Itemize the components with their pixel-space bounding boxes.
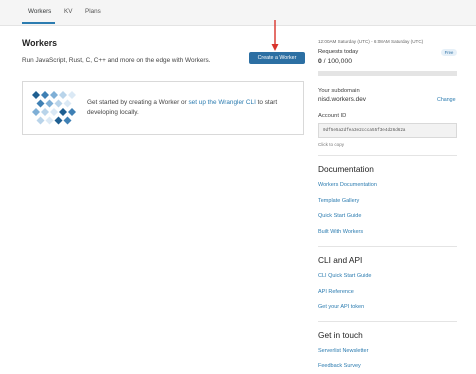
diamond-shape [50, 108, 58, 116]
diamond-shape [63, 116, 72, 125]
workers-diamond-icon [32, 91, 76, 125]
diamond-shape [54, 99, 63, 108]
documentation-heading: Documentation [318, 164, 374, 174]
tab-kv[interactable]: KV [64, 8, 72, 15]
requests-count: 0 / 100,000 [318, 58, 352, 65]
tab-bar: Workers KV Plans [0, 0, 476, 26]
tab-workers[interactable]: Workers [28, 8, 51, 15]
template-gallery-link[interactable]: Template Gallery [318, 198, 359, 204]
section-divider [318, 155, 457, 156]
requests-today-label: Requests today [318, 49, 359, 55]
usage-reset-time: 12:00AM Saturday (UTC) - 6:08AM Saturday… [318, 39, 424, 44]
diamond-shape [45, 116, 54, 125]
api-reference-link[interactable]: API Reference [318, 289, 354, 295]
diamond-shape [68, 91, 76, 99]
diamond-shape [68, 108, 76, 116]
diamond-shape [59, 108, 67, 116]
cli-quick-start-link[interactable]: CLI Quick Start Guide [318, 273, 372, 279]
diamond-shape [59, 91, 67, 99]
diamond-shape [41, 108, 49, 116]
diamond-shape [63, 99, 72, 108]
create-worker-button[interactable]: Create a Worker [249, 52, 305, 64]
account-id-field[interactable]: 0df5e5a2dfea3e2ccca55f3e4d26d62a [318, 123, 457, 138]
annotation-arrow-icon [271, 20, 279, 51]
requests-progress-bar [318, 71, 457, 76]
get-started-text: Get started by creating a Worker or set … [87, 98, 292, 118]
diamond-shape [54, 116, 63, 125]
get-started-card: Get started by creating a Worker or set … [22, 81, 304, 135]
page-subtitle: Run JavaScript, Rust, C, C++ and more on… [22, 57, 211, 64]
cli-api-heading: CLI and API [318, 255, 363, 265]
section-divider [318, 246, 457, 247]
diamond-shape [41, 91, 49, 99]
subdomain-value: nisd.workers.dev [318, 96, 366, 103]
quick-start-guide-link[interactable]: Quick Start Guide [318, 213, 361, 219]
page-title: Workers [22, 38, 58, 48]
change-subdomain-link[interactable]: Change [437, 97, 456, 103]
diamond-shape [32, 91, 40, 99]
get-started-text-before: Get started by creating a Worker or [87, 99, 189, 106]
subdomain-label: Your subdomain [318, 88, 360, 94]
section-divider [318, 321, 457, 322]
diamond-shape [36, 116, 45, 125]
tab-plans[interactable]: Plans [85, 8, 101, 15]
diamond-shape [36, 99, 45, 108]
plan-badge: Free [441, 49, 457, 56]
feedback-survey-link[interactable]: Feedback Survey [318, 363, 361, 369]
diamond-shape [32, 108, 40, 116]
requests-limit: 100,000 [327, 58, 353, 65]
copy-hint: Click to copy [318, 142, 345, 147]
api-token-link[interactable]: Get your API token [318, 304, 364, 310]
requests-used: 0 [318, 58, 322, 65]
diamond-shape [50, 91, 58, 99]
account-id-label: Account ID [318, 113, 347, 119]
active-tab-indicator [22, 22, 55, 24]
workers-documentation-link[interactable]: Workers Documentation [318, 182, 377, 188]
wrangler-cli-link[interactable]: set up the Wrangler CLI [188, 99, 255, 106]
diamond-shape [45, 99, 54, 108]
built-with-workers-link[interactable]: Built With Workers [318, 229, 363, 235]
requests-separator: / [323, 58, 326, 65]
get-in-touch-heading: Get in touch [318, 330, 363, 340]
newsletter-link[interactable]: Serverlist Newsletter [318, 348, 368, 354]
